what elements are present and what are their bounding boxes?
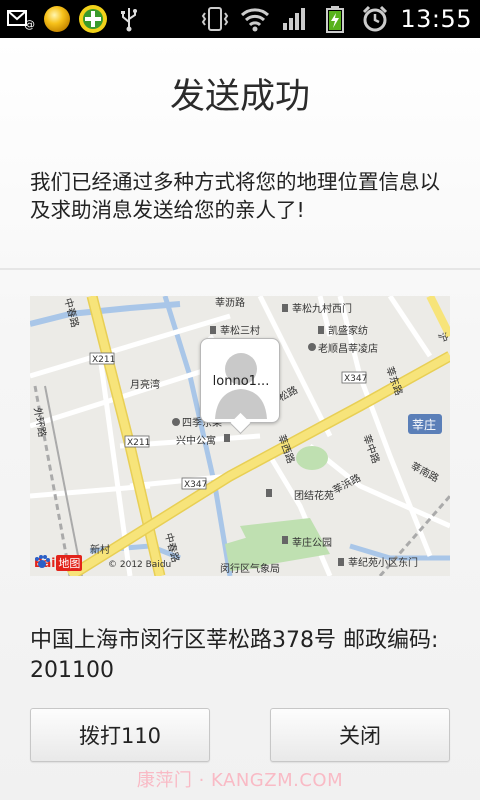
map-label-x211-top: X211 (92, 355, 115, 365)
status-time: 13:55 (400, 5, 472, 33)
map-label-x211-mid: X211 (127, 438, 150, 448)
wifi-icon (240, 4, 270, 34)
notification-dot-icon (42, 4, 72, 34)
map-label-minhang-office: 闵行区气象局 (220, 562, 280, 575)
content-area: 发送成功 我们已经通过多种方式将您的地理位置信息以及求助消息发送给您的亲人了! (0, 38, 480, 800)
map-label-kaisheng: 凯盛家纺 (328, 324, 368, 337)
watermark: 康萍门 · KANGZM.COM (136, 770, 344, 791)
map-label-tuanjie: 团结花苑 (294, 489, 334, 502)
location-map[interactable]: X211 X211 X347 X347 莘庄 莘沥路 莘松九村西门 莘松三村 凯… (30, 296, 450, 576)
alarm-icon (360, 4, 390, 34)
map-label-laoshunchang: 老顺昌莘凌店 (318, 342, 378, 355)
map-label-huazhuang: 莘庄 (412, 417, 436, 432)
baidu-paw-icon (35, 555, 50, 568)
status-bar-left: @ (6, 4, 144, 34)
baidu-logo: Bai 地图 (34, 554, 83, 572)
signal-icon (280, 4, 310, 34)
status-bar: @ 13:55 (0, 0, 480, 38)
map-label-x347-mid: X347 (184, 480, 207, 490)
baidu-logo-suffix: 地图 (56, 555, 83, 571)
contact-marker-bubble[interactable]: lonno1... (200, 338, 280, 423)
confirmation-message: 我们已经通过多种方式将您的地理位置信息以及求助消息发送给您的亲人了! (30, 170, 440, 222)
page-title: 发送成功 (169, 77, 310, 117)
divider (0, 268, 480, 270)
map-label-huasong3: 莘松三村 (220, 324, 260, 337)
map-label-huaji: 莘纪苑小区东门 (348, 556, 418, 569)
map-label-xingzhong: 兴中公寓 (176, 434, 216, 447)
status-bar-right: 13:55 (200, 4, 472, 34)
map-label-huasong9: 莘松九村西门 (292, 302, 352, 315)
vibrate-icon (200, 4, 230, 34)
battery-icon (320, 4, 350, 34)
map-label-xincun: 新村 (90, 543, 110, 556)
map-copyright: © 2012 Baidu (108, 560, 172, 570)
address-text: 中国上海市闵行区莘松路378号 邮政编码: 201100 (30, 628, 439, 683)
map-label-x347-right: X347 (344, 374, 367, 384)
map-label-huazhuang-park: 莘庄公园 (292, 536, 332, 549)
close-button[interactable]: 关闭 (270, 708, 450, 762)
svg-text:@: @ (24, 18, 35, 30)
map-label-yueliangwan: 月亮湾 (130, 378, 160, 391)
usb-icon (114, 4, 144, 34)
email-icon: @ (6, 4, 36, 34)
contact-name-label: lonno1... (212, 374, 270, 389)
plus-app-icon (78, 4, 108, 34)
call-110-button[interactable]: 拨打110 (30, 708, 210, 762)
map-label-huashaan: 莘沥路 (215, 296, 245, 309)
